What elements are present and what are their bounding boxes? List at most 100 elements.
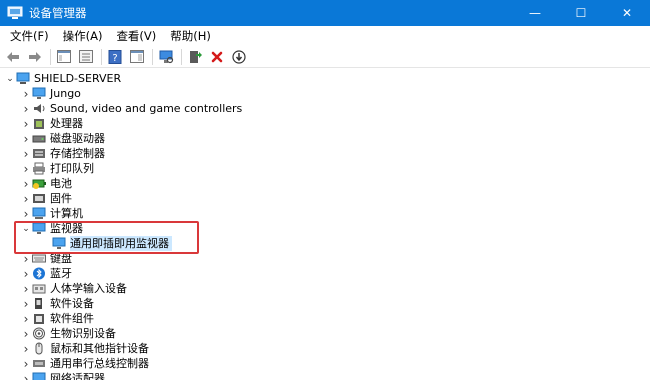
window-title: 设备管理器 [29,6,87,20]
chevron-right-icon[interactable]: › [20,191,32,206]
toolbar-separator [181,48,182,65]
update-driver-button[interactable] [186,48,204,66]
chevron-right-icon[interactable]: › [20,371,32,380]
tree-category-item[interactable]: › 处理器 [20,116,83,131]
chevron-right-icon[interactable]: › [20,281,32,296]
chevron-right-icon[interactable]: › [20,116,32,131]
tree-category-item[interactable]: › 生物识别设备 [20,326,116,341]
monitor-icon [32,222,46,235]
chevron-right-icon[interactable]: › [20,86,32,101]
action-pane-button[interactable] [128,48,146,66]
scan-hardware-button[interactable] [157,48,175,66]
tree-category-item[interactable]: › 软件设备 [20,296,94,311]
help-button[interactable]: ? [106,48,124,66]
tree-root[interactable]: ⌄ SHIELD-SERVER [4,71,121,86]
tree-item-label: 计算机 [50,207,83,220]
software-device-icon [32,297,46,310]
menu-action[interactable]: 操作(A) [56,26,110,46]
tree-item-label: 键盘 [50,252,72,265]
tree-category-item[interactable]: › 通用串行总线控制器 [20,356,149,371]
svg-text:?: ? [112,53,117,64]
firmware-icon [32,192,46,205]
tree-category-item[interactable]: › 计算机 [20,206,83,221]
update-driver-icon [190,50,202,63]
close-button[interactable]: ✕ [604,0,650,26]
keyboard-icon [32,252,46,265]
tree-category-item[interactable]: › 鼠标和其他指针设备 [20,341,149,356]
uninstall-button[interactable] [208,48,226,66]
chevron-right-icon[interactable]: › [20,266,32,281]
show-hide-tree-button[interactable] [55,48,73,66]
chevron-right-icon[interactable]: › [20,176,32,191]
tree-category-item[interactable]: › Sound, video and game controllers [20,101,243,116]
tree-category-item[interactable]: › 蓝牙 [20,266,72,281]
toolbar-separator [101,48,102,65]
tree-category-item[interactable]: ⌄ 监视器 [20,221,83,236]
tree-item-label: 网络适配器 [50,372,105,380]
chevron-right-icon[interactable]: › [20,296,32,311]
chevron-right-icon[interactable]: › [20,101,32,116]
menu-help[interactable]: 帮助(H) [163,26,218,46]
tree-category-item[interactable]: › 固件 [20,191,72,206]
menu-view[interactable]: 查看(V) [109,26,163,46]
menu-bar: 文件(F) 操作(A) 查看(V) 帮助(H) [0,26,650,46]
tree-category-item[interactable]: › 打印队列 [20,161,94,176]
tree-item-label: Jungo [50,87,81,100]
speaker-icon [32,102,46,115]
menu-file[interactable]: 文件(F) [3,26,56,46]
tree-item-label: 固件 [50,192,72,205]
tree-category-item[interactable]: › 软件组件 [20,311,94,326]
toolbar-separator [50,48,51,65]
monitor-icon [32,87,46,100]
cpu-icon [32,117,46,130]
tree-item-label: 蓝牙 [50,267,72,280]
tree-item-label: 软件设备 [50,297,94,310]
pane-icon [130,50,144,63]
tree-category-item[interactable]: › 网络适配器 [20,371,105,380]
computer-icon [32,207,46,220]
maximize-button[interactable]: ☐ [558,0,604,26]
tree-category-item[interactable]: › 存储控制器 [20,146,105,161]
tree-item-label: 人体学输入设备 [50,282,127,295]
printer-icon [32,162,46,175]
tree-item-label: 磁盘驱动器 [50,132,105,145]
back-arrow-icon [7,51,19,62]
chevron-right-icon[interactable]: › [20,131,32,146]
usb-icon [32,357,46,370]
back-button[interactable] [4,48,22,66]
chevron-down-icon[interactable]: ⌄ [4,71,16,86]
monitor-icon [52,237,66,250]
battery-icon [32,177,46,190]
chevron-right-icon[interactable]: › [20,146,32,161]
chevron-right-icon[interactable]: › [20,251,32,266]
hid-icon [32,282,46,295]
tree-category-item[interactable]: › Jungo [20,86,81,101]
computer-icon [16,72,30,85]
tree-item-label: 处理器 [50,117,83,130]
red-x-icon [211,51,223,62]
disable-device-button[interactable] [230,48,248,66]
chevron-right-icon[interactable]: › [20,356,32,371]
tree-item-label: 生物识别设备 [50,327,116,340]
tree-category-item[interactable]: › 磁盘驱动器 [20,131,105,146]
chevron-right-icon[interactable]: › [20,341,32,356]
tree-category-item[interactable]: › 电池 [20,176,72,191]
chevron-down-icon[interactable]: ⌄ [20,221,32,236]
minimize-button[interactable]: — [512,0,558,26]
tree-child-item[interactable]: 通用即插即用监视器 [38,236,172,251]
tree-item-label: 软件组件 [50,312,94,325]
properties-list-button[interactable] [77,48,95,66]
bluetooth-icon [32,267,46,280]
device-tree: ⌄ SHIELD-SERVER › Jungo › Sound, video and … [0,69,650,380]
chevron-right-icon[interactable]: › [20,206,32,221]
chevron-right-icon[interactable]: › [20,326,32,341]
chevron-right-icon[interactable]: › [20,311,32,326]
chevron-right-icon[interactable]: › [20,161,32,176]
tree-root-label: SHIELD-SERVER [34,72,122,85]
mouse-icon [32,342,46,355]
forward-button[interactable] [26,48,44,66]
forward-arrow-icon [29,51,41,62]
tree-category-item[interactable]: › 人体学输入设备 [20,281,127,296]
tree-category-item[interactable]: › 键盘 [20,251,72,266]
tree-item-label: 电池 [50,177,72,190]
